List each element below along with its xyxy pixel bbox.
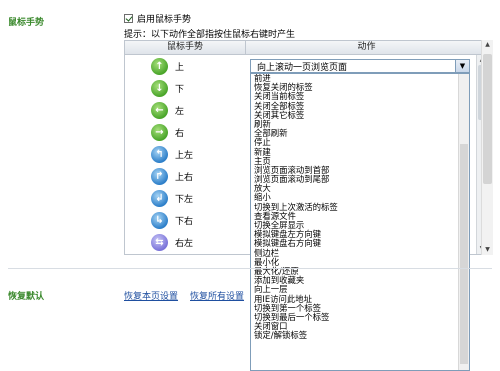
arrow-up-right-icon: ↱ (151, 167, 168, 185)
action-option[interactable]: 全部刷新 (251, 128, 469, 138)
dropdown-scrollbar[interactable] (458, 74, 469, 370)
action-option[interactable]: 侧边栏 (251, 248, 469, 258)
gesture-label: 上右 (175, 172, 194, 183)
gesture-hint: 提示：以下动作全部指按住鼠标右键时产生 (124, 30, 296, 40)
gesture-row[interactable]: ↑ 上 (125, 55, 245, 77)
gesture-label: 右左 (175, 238, 194, 249)
gesture-row[interactable]: → 右 (125, 121, 245, 143)
arrow-up-left-icon: ↰ (151, 145, 168, 163)
arrow-down-icon: ↓ (151, 79, 168, 97)
reset-section-label: 恢复默认 (8, 292, 45, 302)
action-option[interactable]: 新建 (251, 147, 469, 157)
gesture-label: 下右 (175, 216, 194, 227)
dropdown-scrollbar-thumb[interactable] (460, 144, 468, 364)
gesture-label: 下左 (175, 194, 194, 205)
action-option[interactable]: 停止 (251, 138, 469, 147)
column-header-gesture: 鼠标手势 (125, 41, 246, 54)
gesture-label: 右 (175, 128, 185, 139)
reset-all-link[interactable]: 恢复所有设置 (190, 289, 244, 302)
action-select-value: 向上滚动一页浏览页面 (257, 62, 348, 73)
action-select[interactable]: 向上滚动一页浏览页面 ▼ (250, 59, 470, 73)
action-options: 前进 恢复关闭的标签 关闭当前标签 关闭全部标签 关闭其它标签 刷新 全部刷新 停止 新建 主页浏… (251, 74, 469, 340)
action-dropdown-list[interactable]: 前进 恢复关闭的标签 关闭当前标签 关闭全部标签 关闭其它标签 刷新 全部刷新 停止 新建 主页浏… (250, 73, 470, 371)
enable-gesture-label: 启用鼠标手势 (137, 15, 192, 25)
mouse-gesture-section-label: 鼠标手势 (8, 18, 45, 28)
gesture-row[interactable]: ↳ 下右 (125, 209, 245, 231)
page-scrollbar[interactable]: ▲ ▼ (481, 40, 493, 255)
gesture-label: 上左 (175, 150, 194, 161)
gesture-label: 左 (175, 106, 185, 117)
action-option[interactable]: 模拟键盘右方向键 (251, 239, 469, 248)
enable-gesture-row[interactable]: 启用鼠标手势 (124, 12, 191, 25)
action-option[interactable]: 关闭其它标签 (251, 110, 469, 120)
arrow-right-left-icon: ⇆ (151, 233, 168, 251)
arrow-down-left-icon: ↲ (151, 189, 168, 207)
arrow-right-icon: → (151, 123, 168, 141)
gesture-row[interactable]: ← 左 (125, 99, 245, 121)
gesture-row[interactable]: ⇆ 右左 (125, 231, 245, 253)
gesture-row[interactable]: ↲ 下左 (125, 187, 245, 209)
gesture-row[interactable]: ↱ 上右 (125, 165, 245, 187)
arrow-left-icon: ← (151, 101, 168, 119)
action-option[interactable]: 放大 (251, 184, 469, 193)
gesture-rows: ↑ 上 ↓ 下 ← 左 → 右 ↰ 上左 ↱ 上右 ↲ 下左 ↳ 下右 ⇆ 右左 (125, 55, 245, 253)
enable-gesture-checkbox[interactable] (124, 14, 133, 23)
page-scrollbar-thumb[interactable] (483, 54, 492, 184)
gesture-row[interactable]: ↓ 下 (125, 77, 245, 99)
action-option[interactable]: 浏览页面滚动到尾部 (251, 174, 469, 184)
gesture-label: 下 (175, 84, 185, 95)
arrow-down-right-icon: ↳ (151, 211, 168, 229)
gesture-row[interactable]: ↰ 上左 (125, 143, 245, 165)
chevron-down-icon[interactable]: ▼ (455, 60, 469, 72)
arrow-up-icon: ↑ (151, 57, 168, 75)
action-option[interactable]: 锁定/解锁标签 (251, 331, 469, 340)
section-divider (8, 268, 492, 269)
page-scroll-down-icon[interactable]: ▼ (482, 245, 493, 255)
page-scroll-up-icon[interactable]: ▲ (482, 40, 493, 50)
gesture-label: 上 (175, 62, 185, 73)
reset-page-link[interactable]: 恢复本页设置 (124, 289, 178, 302)
column-header-action: 动作 (357, 42, 376, 52)
gesture-table-header: 鼠标手势 动作 (125, 41, 487, 55)
